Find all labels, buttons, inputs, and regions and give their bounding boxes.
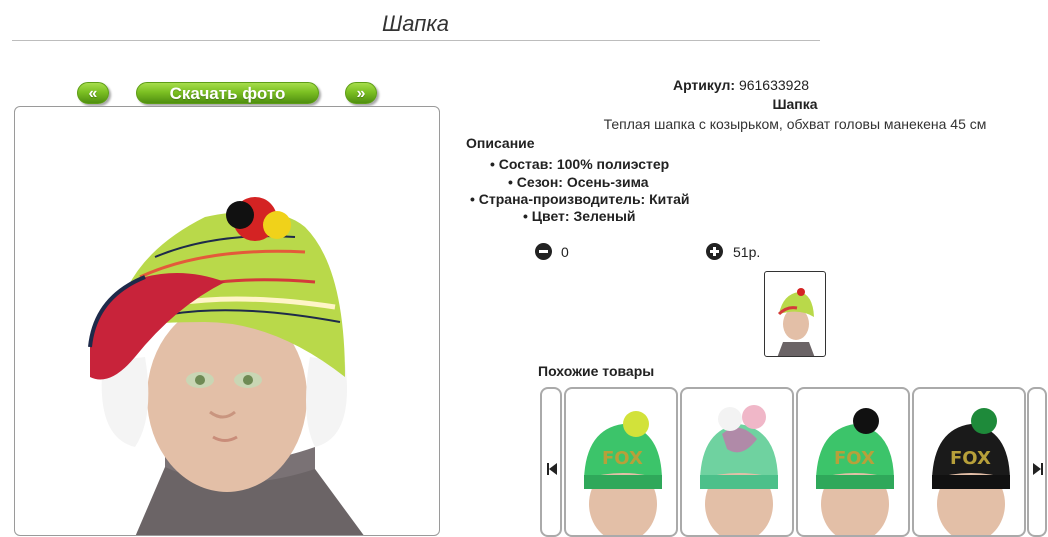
next-photo-button[interactable]: »: [345, 82, 377, 104]
article-label: Артикул:: [672, 77, 736, 93]
carousel-next-button[interactable]: [1027, 387, 1047, 537]
similar-product-card[interactable]: FOX: [564, 387, 678, 537]
title-divider: [12, 40, 820, 41]
description-header: Описание: [466, 135, 535, 151]
minus-circle-icon[interactable]: [535, 243, 552, 260]
detail-composition: • Состав: 100% полиэстер: [490, 156, 670, 172]
main-product-photo[interactable]: [14, 106, 440, 536]
product-short-description: Теплая шапка с козырьком, обхват головы …: [603, 116, 987, 132]
similar-product-card[interactable]: FOX: [796, 387, 910, 537]
similar-product-card[interactable]: FOX: [912, 387, 1026, 537]
detail-country: • Страна-производитель: Китай: [470, 191, 690, 207]
similar-product-card[interactable]: [680, 387, 794, 537]
download-photo-button[interactable]: Скачать фото: [136, 82, 319, 104]
detail-season: • Сезон: Осень-зима: [508, 174, 649, 190]
skip-back-icon: [547, 462, 557, 475]
article-value: 961633928: [738, 77, 810, 93]
product-name: Шапка: [772, 96, 818, 112]
page-title: Шапка: [382, 11, 449, 36]
prev-photo-button[interactable]: «: [77, 82, 109, 104]
price-value: 51р.: [733, 244, 761, 260]
svg-text:FOX: FOX: [950, 448, 991, 469]
carousel-prev-button[interactable]: [540, 387, 562, 537]
photo-thumbnail[interactable]: [764, 271, 826, 357]
detail-color: • Цвет: Зеленый: [523, 208, 636, 224]
plus-circle-icon[interactable]: [706, 243, 723, 260]
hat-mannequin-image: [88, 197, 364, 535]
similar-products-title: Похожие товары: [538, 363, 655, 379]
skip-forward-icon: [1033, 462, 1043, 475]
svg-text:FOX: FOX: [602, 448, 643, 469]
svg-text:FOX: FOX: [834, 448, 875, 469]
quantity-value: 0: [561, 244, 569, 260]
